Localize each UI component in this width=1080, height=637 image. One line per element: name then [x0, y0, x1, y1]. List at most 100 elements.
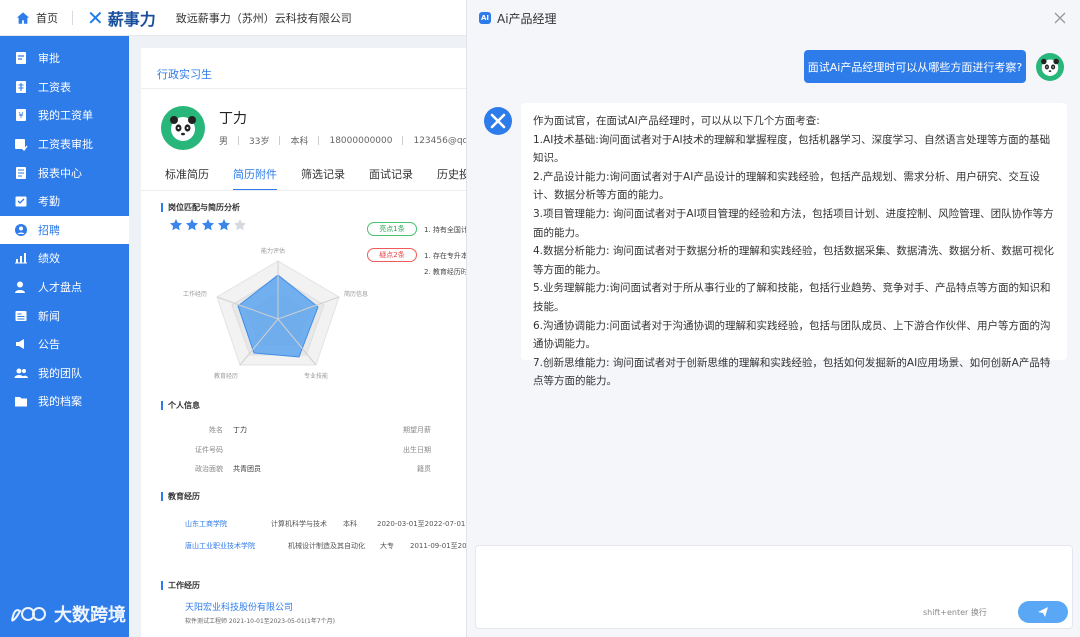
announcement-icon: [14, 337, 28, 351]
doubt-text: 1. 存在专升本: [424, 252, 466, 260]
sidebar-item[interactable]: 工资表: [0, 73, 129, 102]
send-icon: [1038, 607, 1048, 617]
close-icon[interactable]: [1053, 11, 1067, 25]
sidebar-item[interactable]: 人才盘点: [0, 273, 129, 302]
sidebar-item-label: 我的工资单: [38, 109, 93, 123]
sidebar-item[interactable]: 招聘: [0, 215, 129, 245]
chat-title: Ai产品经理: [497, 11, 557, 26]
radar-label: 能力评估: [261, 248, 286, 255]
sidebar-item-label: 工资表: [38, 80, 71, 94]
candidate-name: 丁力: [219, 111, 247, 127]
sidebar-item-label: 报表中心: [38, 166, 82, 180]
star-filled-icon: [170, 219, 182, 231]
personal-native-row: 籍贯: [417, 465, 431, 473]
top-bar: 首页 ✕ 薪事力 致远薪事力（苏州）云科技有限公司: [0, 0, 466, 36]
gender: 男: [219, 137, 229, 147]
sidebar-item[interactable]: 我的团队: [0, 359, 129, 388]
phone: 18000000000: [329, 135, 393, 146]
watermark-logo: 大数跨境: [8, 601, 126, 627]
personal-expected-row: 期望月薪: [403, 426, 431, 434]
sidebar-item-label: 我的档案: [38, 395, 82, 409]
work-company[interactable]: 天阳宏业科技股份有限公司: [185, 600, 293, 613]
brand-name: 薪事力: [107, 9, 156, 29]
sidebar-item[interactable]: 工资表审批: [0, 130, 129, 159]
sidebar-item-label: 审批: [38, 52, 60, 66]
doubt-text: 2. 教育经历时: [424, 268, 466, 276]
company-name: 致远薪事力（苏州）云科技有限公司: [175, 11, 352, 25]
personal-id-row: 证件号码: [195, 446, 223, 454]
education-row: 唐山工业职业技术学院 机械设计制造及其自动化 大专 2011-09-01至201…: [185, 542, 466, 550]
profile-tab[interactable]: 筛选记录: [301, 166, 345, 191]
watermark-text: 大数跨境: [54, 605, 126, 626]
education-section-title: 教育经历: [161, 492, 200, 501]
star-filled-icon: [202, 219, 214, 231]
home-icon: [16, 11, 30, 24]
chat-input-box: shift+enter 换行: [475, 545, 1073, 629]
sidebar-item[interactable]: 考勤: [0, 187, 129, 216]
education-row: 山东工商学院 计算机科学与技术 本科 2020-03-01至2022-07-01…: [185, 520, 466, 528]
divider: [141, 190, 466, 191]
brand-x-icon: ✕: [87, 5, 104, 30]
radar-chart: 能力评估 简历信息 专业技能 教育经历 工作经历: [181, 243, 381, 403]
sidebar-item-label: 人才盘点: [38, 281, 82, 295]
sidebar-item[interactable]: 报表中心: [0, 158, 129, 187]
work-section-title: 工作经历: [161, 581, 200, 590]
profile-card: 行政实习生 丁力 男 33岁 本科 18000000000 123456@qq.…: [141, 48, 466, 637]
age: 33岁: [249, 137, 270, 147]
panda-avatar-icon: [1041, 58, 1059, 76]
highlight-pill[interactable]: 亮点1条: [367, 222, 417, 236]
breadcrumb[interactable]: 行政实习生: [157, 66, 212, 82]
ai-badge-icon: AI: [479, 12, 491, 24]
bot-answer-point: 1.AI技术基础:询问面试者对于AI技术的理解和掌握程度，包括机器学习、深度学习…: [533, 133, 1051, 165]
sidebar-item[interactable]: 审批: [0, 44, 129, 73]
sidebar-item-label: 公告: [38, 338, 60, 352]
brand-logo[interactable]: ✕ 薪事力: [87, 6, 156, 30]
sidebar-item-label: 绩效: [38, 252, 60, 266]
star-filled-icon: [186, 219, 198, 231]
radar-label: 简历信息: [344, 291, 369, 298]
chat-header: AI Ai产品经理: [467, 0, 1080, 36]
profile-tab[interactable]: 简历附件: [233, 166, 277, 191]
sidebar-item[interactable]: 我的档案: [0, 387, 129, 416]
sidebar-item[interactable]: 绩效: [0, 244, 129, 273]
radar-label: 工作经历: [183, 291, 208, 298]
personal-birth-row: 出生日期: [403, 446, 431, 454]
divider: [72, 10, 73, 25]
bot-answer-point: 5.业务理解能力:询问面试者对于所从事行业的了解和技能，包括行业趋势、竞争对手、…: [533, 282, 1051, 313]
avatar: [161, 106, 205, 150]
bot-answer-point: 6.沟通协调能力:问面试者对于沟通协调的理解和实践经验，包括与团队成员、上下游合…: [533, 319, 1051, 351]
talent-icon: [14, 280, 28, 294]
star-empty-icon: [234, 219, 246, 231]
send-button[interactable]: [1018, 601, 1068, 623]
sidebar-item[interactable]: 公告: [0, 330, 129, 359]
payroll-approval-icon: [14, 137, 28, 152]
bot-answer-point: 4.数据分析能力: 询问面试者对于数据分析的理解和实践经验，包括数据采集、数据清…: [533, 245, 1054, 276]
enter-hint: shift+enter 换行: [923, 608, 987, 617]
bot-intro: 作为面试官，在面试AI产品经理时，可以从以下几个方面考查:: [533, 115, 820, 127]
profile-tab[interactable]: 面试记录: [369, 166, 413, 191]
radar-label: 专业技能: [304, 373, 329, 380]
profile-tab[interactable]: 标准简历: [165, 166, 209, 191]
radar-label: 教育经历: [214, 373, 239, 380]
personal-name-row: 姓名 丁力: [209, 426, 247, 434]
sidebar-item[interactable]: ¥ 我的工资单: [0, 101, 129, 130]
bot-avatar: [484, 107, 512, 135]
sidebar: 审批 工资表 ¥ 我的工资单 工资表审批 报表中心 考勤 招聘 绩效 人才盘点 新闻 公告 我的团队 我的…: [0, 36, 129, 637]
profile-tab[interactable]: 历史投递: [437, 166, 466, 191]
salary-slip-icon: ¥: [14, 108, 28, 122]
highlight-text: 1. 持有全国计: [424, 226, 466, 234]
report-icon: [14, 166, 28, 180]
attendance-icon: [14, 194, 28, 208]
home-label: 首页: [36, 11, 58, 25]
divider: [141, 88, 466, 89]
chat-input[interactable]: [486, 554, 1056, 594]
sidebar-item-label: 招聘: [38, 223, 60, 237]
home-button[interactable]: 首页: [16, 10, 58, 26]
degree: 本科: [290, 137, 309, 147]
panda-avatar-icon: [170, 116, 196, 141]
approval-icon: [14, 51, 28, 65]
sidebar-item[interactable]: 新闻: [0, 301, 129, 330]
ai-chat-panel: AI Ai产品经理 面试Ai产品经理时可以从哪些方面进行考察? 作为面试官，在面…: [466, 0, 1080, 637]
sidebar-item-label: 考勤: [38, 195, 60, 209]
recruit-icon: [14, 223, 28, 237]
